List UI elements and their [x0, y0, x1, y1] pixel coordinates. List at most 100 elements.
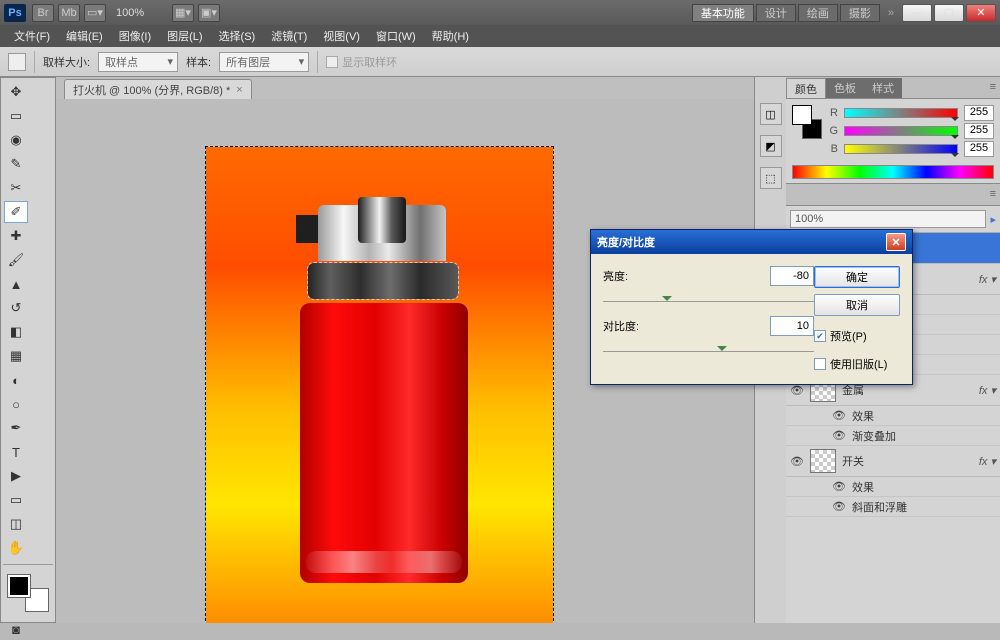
move-tool[interactable]: ✥ — [4, 81, 28, 103]
arrange-docs-icon[interactable]: ▦▾ — [172, 4, 194, 22]
layer-thumb[interactable] — [810, 449, 836, 473]
zoom-level[interactable]: 100% — [116, 7, 166, 19]
heal-tool[interactable]: ✚ — [4, 225, 28, 247]
color-panel: R255 G255 B255 — [786, 99, 1000, 184]
dodge-tool[interactable]: ○ — [4, 393, 28, 415]
spectrum-ramp[interactable] — [792, 165, 994, 179]
b-value[interactable]: 255 — [964, 141, 994, 157]
show-sampling-ring-checkbox[interactable]: 显示取样环 — [326, 54, 397, 70]
tab-swatches[interactable]: 色板 — [826, 78, 864, 98]
g-slider[interactable] — [844, 126, 958, 136]
arrow-icon[interactable]: ▸ — [990, 213, 996, 226]
minimize-button[interactable]: — — [902, 4, 932, 22]
contrast-input[interactable]: 10 — [770, 316, 814, 336]
color-swatches[interactable] — [8, 575, 48, 611]
cancel-button[interactable]: 取消 — [814, 294, 900, 316]
layer-row[interactable]: 👁 开关 fx ▾ — [786, 446, 1000, 477]
effect-row[interactable]: 👁渐变叠加 — [786, 426, 1000, 446]
eyedropper-tool[interactable]: ✐ — [4, 201, 28, 223]
dock-icon-1[interactable]: ◫ — [760, 103, 782, 125]
panel-menu-icon[interactable]: ≡ — [990, 188, 996, 200]
shape-tool[interactable]: ▭ — [4, 489, 28, 511]
history-brush-tool[interactable]: ↺ — [4, 297, 28, 319]
minibridge-icon[interactable]: Mb — [58, 4, 80, 22]
workspace-essentials[interactable]: 基本功能 — [692, 4, 754, 22]
fx-badge[interactable]: fx ▾ — [979, 455, 996, 468]
menu-select[interactable]: 选择(S) — [211, 28, 264, 44]
dialog-titlebar[interactable]: 亮度/对比度 ✕ — [591, 230, 912, 254]
dialog-title: 亮度/对比度 — [597, 234, 655, 250]
crop-tool[interactable]: ✂ — [4, 177, 28, 199]
hand-tool[interactable]: ✋ — [4, 537, 28, 559]
menu-file[interactable]: 文件(F) — [6, 28, 58, 44]
brightness-contrast-dialog: 亮度/对比度 ✕ 亮度: -80 对比度: 10 确定 取消 ✔预览(P) 使用… — [590, 229, 913, 385]
brightness-slider[interactable] — [603, 292, 814, 302]
workspace-painting[interactable]: 绘画 — [798, 4, 838, 22]
layer-name[interactable]: 开关 — [842, 453, 973, 469]
workspace-more-icon[interactable]: » — [888, 7, 894, 19]
menu-layer[interactable]: 图层(L) — [159, 28, 210, 44]
stamp-tool[interactable]: ▲ — [4, 273, 28, 295]
lasso-tool[interactable]: ◉ — [4, 129, 28, 151]
fx-badge[interactable]: fx ▾ — [979, 384, 996, 397]
quick-mask-icon[interactable]: ◙ — [4, 618, 28, 640]
g-value[interactable]: 255 — [964, 123, 994, 139]
sample-size-combo[interactable]: 取样点 — [98, 52, 178, 72]
tab-styles[interactable]: 样式 — [864, 78, 902, 98]
effect-row[interactable]: 👁效果 — [786, 477, 1000, 497]
preview-checkbox[interactable]: ✔预览(P) — [814, 328, 900, 344]
visibility-icon[interactable]: 👁 — [790, 384, 804, 397]
maximize-button[interactable]: ▢ — [934, 4, 964, 22]
close-button[interactable]: ✕ — [966, 4, 996, 22]
brightness-input[interactable]: -80 — [770, 266, 814, 286]
panel-menu-icon[interactable]: ≡ — [990, 81, 996, 93]
blur-tool[interactable]: ◐ — [4, 369, 28, 391]
menu-window[interactable]: 窗口(W) — [368, 28, 424, 44]
b-label: B — [828, 143, 838, 155]
foreground-color[interactable] — [8, 575, 30, 597]
sample-combo[interactable]: 所有图层 — [219, 52, 309, 72]
menu-edit[interactable]: 编辑(E) — [58, 28, 111, 44]
effect-row[interactable]: 👁效果 — [786, 406, 1000, 426]
ps-logo: Ps — [4, 4, 26, 22]
menu-view[interactable]: 视图(V) — [315, 28, 368, 44]
r-value[interactable]: 255 — [964, 105, 994, 121]
r-slider[interactable] — [844, 108, 958, 118]
effect-row[interactable]: 👁斜面和浮雕 — [786, 497, 1000, 517]
contrast-slider[interactable] — [603, 342, 814, 352]
bridge-icon[interactable]: Br — [32, 4, 54, 22]
workspace-photography[interactable]: 摄影 — [840, 4, 880, 22]
b-slider[interactable] — [844, 144, 958, 154]
path-select-tool[interactable]: ▶ — [4, 465, 28, 487]
tab-color[interactable]: 颜色 — [786, 78, 826, 98]
color-swatch[interactable] — [792, 105, 822, 139]
dock-icon-2[interactable]: ◩ — [760, 135, 782, 157]
dock-icon-3[interactable]: ⬚ — [760, 167, 782, 189]
document-tab[interactable]: 打火机 @ 100% (分界, RGB/8) * × — [64, 79, 252, 99]
opacity-combo[interactable]: 100% — [790, 210, 986, 228]
eraser-tool[interactable]: ◧ — [4, 321, 28, 343]
marquee-tool[interactable]: ▭ — [4, 105, 28, 127]
quick-select-tool[interactable]: ✎ — [4, 153, 28, 175]
legacy-checkbox[interactable]: 使用旧版(L) — [814, 356, 900, 372]
gradient-tool[interactable]: ▦ — [4, 345, 28, 367]
3d-tool[interactable]: ◫ — [4, 513, 28, 535]
dialog-close-button[interactable]: ✕ — [886, 233, 906, 251]
pen-tool[interactable]: ✒ — [4, 417, 28, 439]
brightness-label: 亮度: — [603, 268, 663, 284]
extras-icon[interactable]: ▣▾ — [198, 4, 220, 22]
visibility-icon[interactable]: 👁 — [790, 455, 804, 468]
menu-help[interactable]: 帮助(H) — [424, 28, 477, 44]
type-tool[interactable]: T — [4, 441, 28, 463]
fx-badge[interactable]: fx ▾ — [979, 273, 996, 286]
brush-tool[interactable]: 🖌 — [4, 249, 28, 271]
screen-mode-icon[interactable]: ▭▾ — [84, 4, 106, 22]
canvas[interactable] — [206, 147, 553, 623]
menu-image[interactable]: 图像(I) — [111, 28, 159, 44]
menu-filter[interactable]: 滤镜(T) — [263, 28, 315, 44]
ok-button[interactable]: 确定 — [814, 266, 900, 288]
close-doc-icon[interactable]: × — [236, 84, 242, 96]
eyedropper-icon[interactable] — [8, 53, 26, 71]
lighter-art — [290, 197, 468, 583]
workspace-design[interactable]: 设计 — [756, 4, 796, 22]
